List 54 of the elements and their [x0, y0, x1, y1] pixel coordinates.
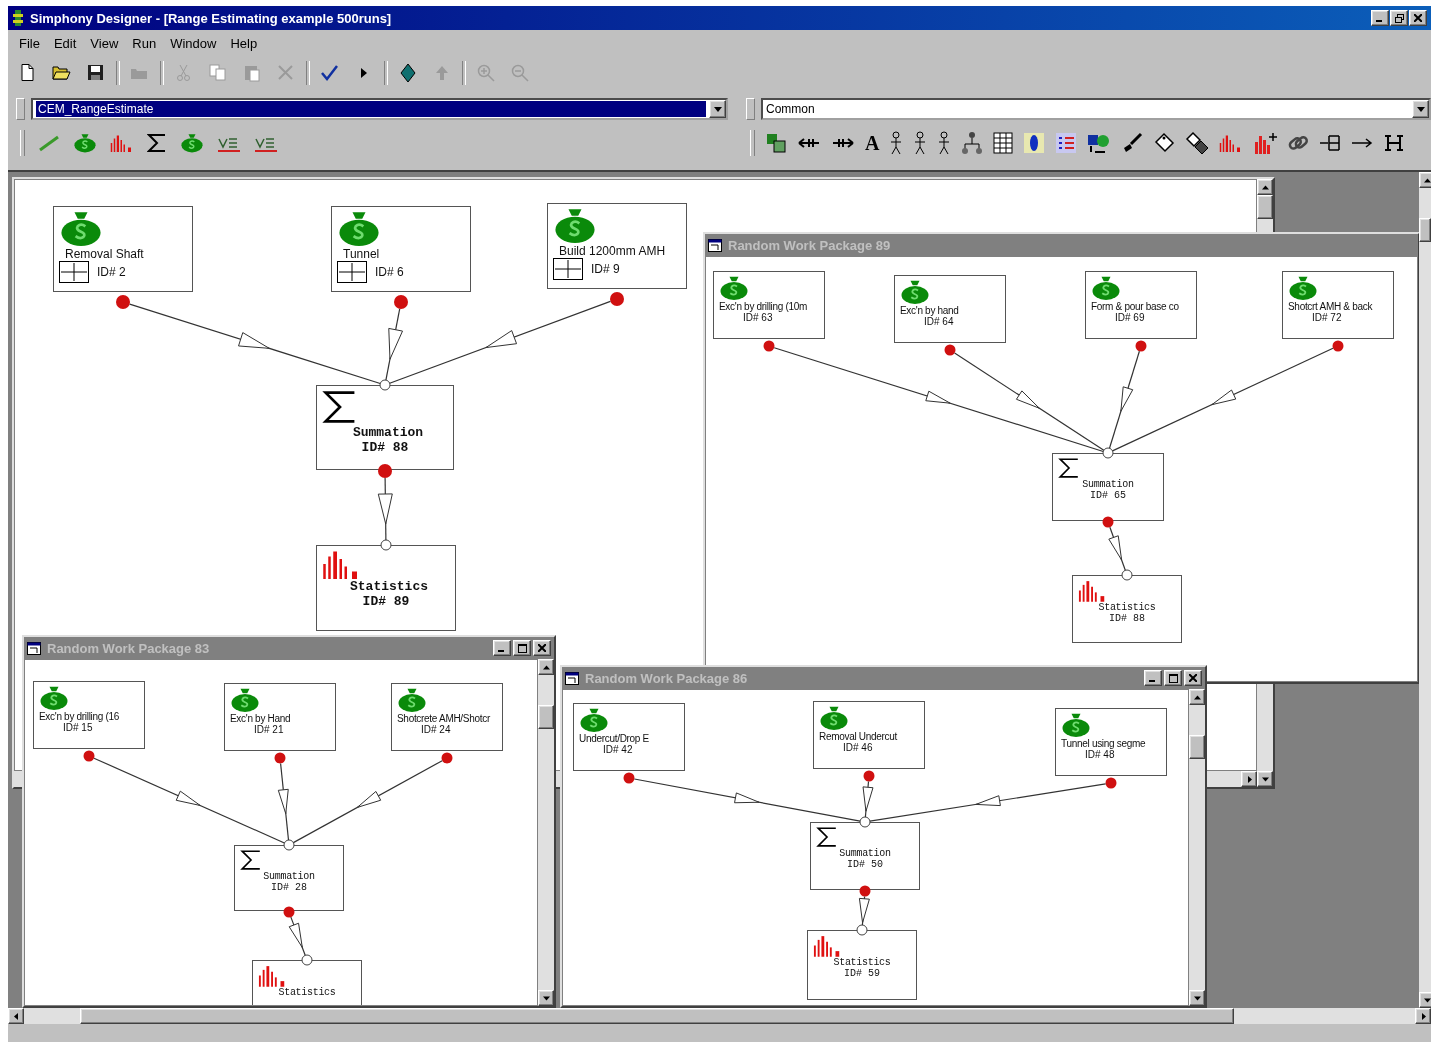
- menu-item[interactable]: View: [85, 33, 124, 53]
- node-id: ID# 63: [742, 312, 773, 323]
- window-title: Random Work Package 83: [47, 640, 211, 656]
- dropdown-field[interactable]: Common: [761, 98, 1431, 120]
- node-label: Tunnel using segme: [1061, 738, 1147, 749]
- node-label: Statistics: [278, 987, 336, 998]
- node-label: Exc'n by drilling (16: [39, 711, 121, 722]
- menu-item[interactable]: Edit: [48, 33, 82, 53]
- menu-item[interactable]: File: [14, 33, 45, 53]
- node-id: ID# 59: [844, 968, 880, 979]
- node-label: Tunnel: [342, 247, 381, 261]
- node-id: ID# 48: [1084, 749, 1115, 760]
- node-label: Exc'n by hand: [900, 305, 960, 316]
- node-label: Undercut/Drop E: [579, 733, 650, 744]
- node-label: Build 1200mm AMH: [558, 244, 667, 258]
- node-label: Statistics: [349, 579, 428, 594]
- node-label: Form & pour base co: [1091, 301, 1180, 312]
- node-label: Statistics: [833, 957, 891, 968]
- node-label: Summation: [263, 871, 315, 882]
- node-label: Statistics: [1098, 602, 1156, 613]
- node-id: ID# 46: [842, 742, 873, 753]
- node-id: ID# 50: [847, 859, 883, 870]
- node-id: ID# 89: [362, 594, 410, 609]
- node-label: Shotcrt AMH & back: [1288, 301, 1374, 312]
- node-label: Summation: [1082, 479, 1134, 490]
- node-id: ID# 69: [1114, 312, 1145, 323]
- node-label: Summation: [351, 425, 424, 440]
- node-label: Exc'n by Hand: [230, 713, 292, 724]
- text-tool[interactable]: A: [865, 131, 880, 155]
- node-label: Removal Shaft: [64, 247, 145, 261]
- node-label: Removal Undercut: [819, 731, 898, 742]
- menu-item[interactable]: Help: [225, 33, 263, 53]
- node-id: ID# 65: [1090, 490, 1126, 501]
- node-id: ID# 6: [375, 265, 404, 279]
- node-id: ID# 88: [361, 440, 409, 455]
- node-id: ID# 88: [1109, 613, 1145, 624]
- node-id: ID# 24: [420, 724, 451, 735]
- node-id: ID# 64: [923, 316, 954, 327]
- node-id: ID# 15: [62, 722, 93, 733]
- node-id: ID# 9: [591, 262, 620, 276]
- node-id: ID# 72: [1311, 312, 1342, 323]
- node-id: ID# 28: [271, 882, 307, 893]
- menu-item[interactable]: Window: [165, 33, 222, 53]
- node-id: ID# 2: [97, 265, 126, 279]
- menu-item[interactable]: Run: [127, 33, 162, 53]
- node-label: Summation: [839, 848, 891, 859]
- node-id: ID# 42: [603, 744, 633, 755]
- node-label: Shotcrete AMH/Shotcr: [397, 713, 491, 724]
- window-title: Random Work Package 86: [585, 670, 749, 686]
- window-title: Random Work Package 89: [728, 237, 892, 253]
- node-id: ID# 21: [253, 724, 284, 735]
- node-label: Exc'n by drilling (10m: [719, 301, 809, 312]
- window-title: Simphony Designer - [Range Estimating example 500runs]: [30, 10, 393, 26]
- dropdown-field[interactable]: CEM_RangeEstimate: [31, 98, 728, 120]
